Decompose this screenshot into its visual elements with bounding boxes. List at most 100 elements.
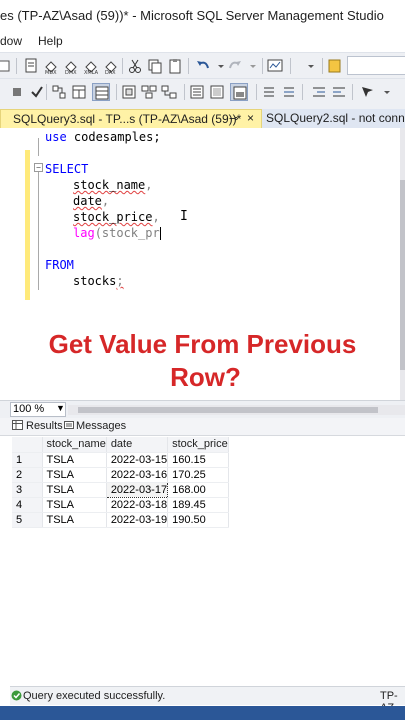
code-line-1: use codesamples; [45, 130, 161, 144]
results-tab-strip: Results Messages [0, 418, 405, 436]
table-row[interactable]: 5 TSLA 2022-03-19 190.50 [12, 512, 229, 528]
column-stock-name: stock_name [73, 178, 146, 192]
table-row[interactable]: 2 TSLA 2022-03-16 170.25 [12, 467, 229, 483]
tab-messages[interactable]: Messages [76, 420, 126, 432]
query-designer-icon[interactable] [70, 83, 88, 101]
row-number[interactable]: 1 [12, 452, 43, 468]
find-in-files-icon[interactable] [326, 57, 344, 75]
svg-text:XMLA: XMLA [84, 70, 99, 75]
status-message: Query executed successfully. [23, 690, 166, 702]
window-title: es (TP-AZ\Asad (59))* - Microsoft SQL Se… [0, 0, 405, 32]
toolbar-separator [188, 58, 189, 74]
code-line-table: stocks; [73, 274, 124, 288]
editor-horizontal-scrollbar[interactable] [68, 405, 405, 415]
column-header-date[interactable]: date [106, 437, 169, 453]
results-to-file-icon[interactable] [120, 83, 138, 101]
toolbar-separator [122, 58, 123, 74]
toolbar-handle-icon[interactable] [0, 57, 12, 75]
cell-stock-name[interactable]: TSLA [42, 497, 107, 513]
table-row[interactable]: 4 TSLA 2022-03-18 189.45 [12, 497, 229, 513]
cell-date[interactable]: 2022-03-15 [106, 452, 169, 468]
paste-icon[interactable] [166, 57, 184, 75]
outline-line [38, 138, 39, 156]
cell-stock-price[interactable]: 190.50 [167, 512, 229, 528]
tab-sqlquery3-label: SQLQuery3.sql - TP...s (TP-AZ\Asad (59))… [13, 112, 242, 126]
client-stats-icon[interactable] [188, 83, 206, 101]
uncomment-icon[interactable] [280, 83, 298, 101]
cell-date-selected[interactable]: 2022-03-17 [105, 481, 169, 498]
keyword-select: SELECT [45, 162, 89, 176]
specify-values-icon[interactable] [358, 83, 376, 101]
new-query-icon[interactable] [22, 57, 40, 75]
menu-item-window[interactable]: dow [0, 34, 22, 48]
activity-monitor-icon[interactable] [266, 57, 284, 75]
row-number[interactable]: 5 [12, 512, 43, 528]
cell-stock-name[interactable]: TSLA [42, 452, 107, 468]
menu-item-help[interactable]: Help [38, 34, 63, 48]
mdx-query-icon[interactable]: MDX [42, 57, 60, 76]
svg-text:DAX: DAX [105, 70, 116, 75]
cell-stock-name[interactable]: TSLA [42, 482, 107, 498]
undo-icon[interactable] [194, 57, 212, 75]
include-plan-icon[interactable] [140, 83, 158, 101]
toolbar-overflow-icon[interactable] [378, 83, 396, 101]
decrease-indent-icon[interactable] [310, 83, 328, 101]
results-to-text-icon[interactable] [208, 83, 226, 101]
close-icon[interactable]: × [247, 111, 254, 125]
tab-results[interactable]: Results [26, 420, 63, 432]
toolbar-separator [302, 84, 303, 100]
table-row[interactable]: 1 TSLA 2022-03-15 160.15 [12, 452, 229, 468]
table-row[interactable]: 3 TSLA 2022-03-17 168.00 [12, 481, 229, 498]
tab-sqlquery2[interactable]: SQLQuery2.sql - not connected [262, 109, 405, 128]
keyword-use: use [45, 130, 67, 144]
cancel-query-icon[interactable] [8, 83, 26, 101]
horizontal-scroll-thumb[interactable] [78, 407, 378, 413]
zoom-dropdown-icon[interactable]: ▼ [56, 403, 65, 413]
redo-dropdown-icon[interactable] [244, 57, 262, 75]
results-grid[interactable]: stock_name date stock_price 1 TSLA 2022-… [12, 437, 229, 528]
svg-text:DMX: DMX [65, 70, 77, 75]
cell-stock-price[interactable]: 170.25 [167, 467, 229, 483]
row-number[interactable]: 3 [12, 482, 43, 498]
parse-icon[interactable] [28, 83, 46, 101]
find-input[interactable] [347, 56, 405, 75]
code-line-from: FROM [45, 258, 74, 272]
row-number[interactable]: 4 [12, 497, 43, 513]
menu-bar: dow Help [0, 32, 405, 52]
column-date: date [73, 194, 102, 208]
cell-date[interactable]: 2022-03-19 [106, 512, 169, 528]
column-header-stock-price[interactable]: stock_price [167, 437, 229, 453]
column-header-stock-name[interactable]: stock_name [42, 437, 107, 453]
cut-icon[interactable] [126, 57, 144, 75]
dmx-query-icon[interactable]: DMX [62, 57, 80, 76]
cell-date[interactable]: 2022-03-18 [106, 497, 169, 513]
copy-icon[interactable] [146, 57, 164, 75]
zoom-select[interactable]: 100 % ▼ [10, 402, 66, 417]
success-check-icon [11, 690, 22, 704]
comment-out-icon[interactable] [260, 83, 278, 101]
results-to-grid-icon[interactable] [92, 83, 110, 101]
live-stats-icon[interactable] [160, 83, 178, 101]
pin-icon[interactable]: ⊸ [229, 112, 238, 125]
cell-stock-price[interactable]: 189.45 [167, 497, 229, 513]
tab-sqlquery3[interactable]: SQLQuery3.sql - TP...s (TP-AZ\Asad (59))… [0, 109, 262, 128]
toolbar-separator [256, 84, 257, 100]
cell-date[interactable]: 2022-03-16 [106, 467, 169, 483]
toolbar-options-icon[interactable] [302, 57, 320, 75]
display-plan-icon[interactable] [50, 83, 68, 101]
database-name: codesamples; [66, 130, 161, 144]
cell-stock-name[interactable]: TSLA [42, 512, 107, 528]
cell-stock-price[interactable]: 160.15 [167, 452, 229, 468]
cell-stock-name[interactable]: TSLA [42, 467, 107, 483]
collapse-toggle-icon[interactable]: − [34, 163, 43, 172]
redo-icon[interactable] [226, 57, 244, 75]
dax-query-icon[interactable]: DAX [102, 57, 120, 76]
change-indicator-bar [25, 150, 30, 300]
row-number[interactable]: 2 [12, 467, 43, 483]
increase-indent-icon[interactable] [330, 83, 348, 101]
xmla-query-icon[interactable]: XMLA [82, 57, 100, 76]
grid-header-row: stock_name date stock_price [12, 437, 229, 453]
toolbar-separator [46, 84, 47, 100]
cell-stock-price[interactable]: 168.00 [167, 482, 229, 498]
sqlcmd-mode-icon[interactable] [230, 83, 248, 101]
